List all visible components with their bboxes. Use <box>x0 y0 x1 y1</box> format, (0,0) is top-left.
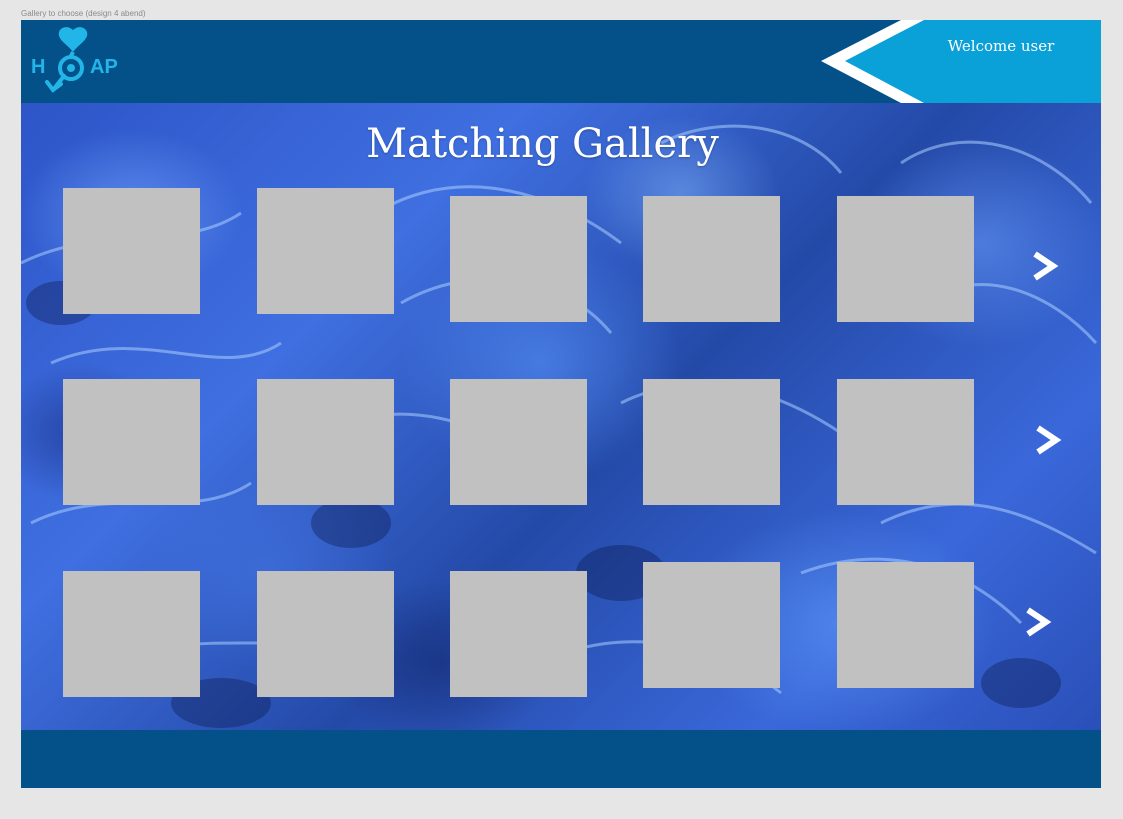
gallery-tile[interactable] <box>63 188 200 314</box>
gallery-tile[interactable] <box>257 188 394 314</box>
welcome-user-text[interactable]: Welcome user <box>901 37 1101 55</box>
gallery-tile[interactable] <box>257 379 394 505</box>
gallery-tile[interactable] <box>63 571 200 697</box>
logo[interactable]: H AP <box>29 26 124 98</box>
welcome-banner-shape <box>821 20 1101 103</box>
gallery-tile[interactable] <box>643 196 780 322</box>
gallery-tile[interactable] <box>63 379 200 505</box>
logo-letters-ap: AP <box>90 56 118 78</box>
frame-label: Gallery to choose (design 4 abend) <box>21 9 146 18</box>
gallery-tile[interactable] <box>837 196 974 322</box>
gallery-tile[interactable] <box>450 571 587 697</box>
header: H AP Welcome user <box>21 20 1101 103</box>
gallery-tile[interactable] <box>837 379 974 505</box>
gallery-tile[interactable] <box>450 379 587 505</box>
footer <box>21 730 1101 788</box>
gallery-tile[interactable] <box>643 379 780 505</box>
gallery-background: Matching Gallery <box>21 103 1101 730</box>
gallery-tile[interactable] <box>837 562 974 688</box>
app-frame: H AP Welcome user Matching Gallery <box>21 20 1101 788</box>
gallery-tile[interactable] <box>643 562 780 688</box>
next-row-3-chevron-right-icon[interactable] <box>1022 605 1052 639</box>
next-row-2-chevron-right-icon[interactable] <box>1032 423 1062 457</box>
next-row-1-chevron-right-icon[interactable] <box>1029 249 1059 283</box>
gallery-tile[interactable] <box>450 196 587 322</box>
heart-key-logo-icon <box>45 27 88 93</box>
gallery-tile[interactable] <box>257 571 394 697</box>
page-title: Matching Gallery <box>366 121 719 167</box>
